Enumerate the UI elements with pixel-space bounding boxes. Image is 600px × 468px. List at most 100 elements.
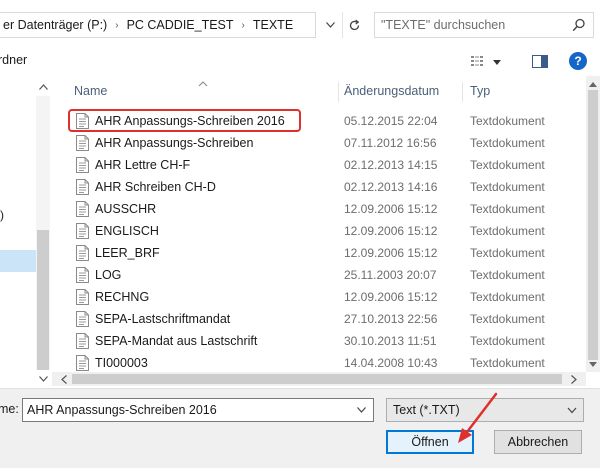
annotation-arrow-icon (458, 392, 498, 443)
list-scroll-down-button[interactable] (586, 358, 600, 370)
list-scroll-left-button[interactable] (58, 372, 70, 386)
file-row[interactable]: AUSSCHR 12.09.2006 15:12 Textdokument (52, 198, 582, 220)
file-type: Textdokument (470, 312, 545, 326)
file-name: RECHNG (95, 290, 150, 304)
file-type: Textdokument (470, 334, 545, 348)
file-date: 12.09.2006 15:12 (344, 246, 438, 260)
file-row[interactable]: LEER_BRF 12.09.2006 15:12 Textdokument (52, 242, 582, 264)
file-row[interactable]: AHR Anpassungs-Schreiben 07.11.2012 16:5… (52, 132, 582, 154)
file-date: 05.12.2015 22:04 (344, 114, 438, 128)
chevron-up-icon (38, 84, 48, 90)
view-options-button[interactable] (471, 52, 513, 72)
file-row[interactable]: RECHNG 12.09.2006 15:12 Textdokument (52, 286, 582, 308)
file-row[interactable]: SEPA-Lastschriftmandat 27.10.2013 22:56 … (52, 308, 582, 330)
list-horizontal-scroll-thumb[interactable] (72, 374, 562, 384)
filename-label: me: (0, 402, 19, 416)
column-header: Name Änderungsdatum Typ (52, 82, 600, 102)
breadcrumb-separator-icon[interactable]: › (111, 20, 122, 31)
chevron-left-icon (61, 374, 67, 384)
search-box[interactable]: "TEXTE" durchsuchen (374, 12, 594, 38)
breadcrumb[interactable]: er Datenträger (P:) › PC CADDIE_TEST › T… (0, 12, 316, 38)
column-type[interactable]: Typ (470, 84, 490, 98)
column-divider[interactable] (462, 82, 463, 102)
file-name: LEER_BRF (95, 246, 160, 260)
chevron-right-icon (571, 374, 577, 384)
nav-selected-item[interactable] (0, 250, 36, 272)
file-type: Textdokument (470, 180, 545, 194)
file-date: 14.04.2008 10:43 (344, 356, 438, 370)
file-row[interactable]: AHR Schreiben CH-D 02.12.2013 14:16 Text… (52, 176, 582, 198)
chevron-down-icon (356, 407, 366, 413)
chevron-down-icon (589, 361, 597, 367)
file-name: AHR Schreiben CH-D (95, 180, 216, 194)
chevron-down-icon (38, 376, 48, 382)
file-type: Textdokument (470, 246, 545, 260)
chevron-down-icon (567, 407, 577, 414)
file-name: AHR Anpassungs-Schreiben (95, 136, 254, 150)
file-date: 07.11.2012 16:56 (344, 136, 437, 150)
file-type: Textdokument (470, 114, 545, 128)
chevron-down-icon (325, 22, 335, 28)
file-type: Textdokument (470, 290, 545, 304)
file-date: 12.09.2006 15:12 (344, 224, 438, 238)
text-file-icon (76, 333, 89, 349)
address-history-dropdown[interactable] (320, 12, 340, 38)
column-divider[interactable] (338, 82, 339, 102)
column-name[interactable]: Name (74, 84, 107, 98)
text-file-icon (76, 223, 89, 239)
list-scroll-up-button[interactable] (586, 78, 600, 90)
file-name: SEPA-Lastschriftmandat (95, 312, 231, 326)
file-type: Textdokument (470, 158, 545, 172)
column-modified[interactable]: Änderungsdatum (344, 84, 439, 98)
text-file-icon (76, 245, 89, 261)
file-name: TI000003 (95, 356, 148, 370)
file-name: ENGLISCH (95, 224, 159, 238)
breadcrumb-separator-icon[interactable]: › (238, 20, 249, 31)
text-file-icon (76, 157, 89, 173)
view-menu-icon (471, 56, 483, 66)
file-date: 12.09.2006 15:12 (344, 290, 438, 304)
text-file-icon (76, 201, 89, 217)
file-date: 12.09.2006 15:12 (344, 202, 438, 216)
list-scroll-right-button[interactable] (568, 372, 580, 386)
nav-scroll-up-button[interactable] (36, 80, 50, 94)
nav-item-partial[interactable]: ) (0, 208, 4, 222)
file-row[interactable]: LOG 25.11.2003 20:07 Textdokument (52, 264, 582, 286)
new-folder-button[interactable]: rdner (0, 53, 27, 67)
search-placeholder: "TEXTE" durchsuchen (381, 18, 506, 32)
nav-scroll-down-button[interactable] (36, 372, 50, 386)
file-name: AUSSCHR (95, 202, 157, 216)
breadcrumb-drive[interactable]: er Datenträger (P:) (0, 18, 111, 32)
file-date: 30.10.2013 11:51 (344, 334, 437, 348)
file-type: Textdokument (470, 202, 545, 216)
file-row[interactable]: AHR Lettre CH-F 02.12.2013 14:15 Textdok… (52, 154, 582, 176)
file-row[interactable]: SEPA-Mandat aus Lastschrift 30.10.2013 1… (52, 330, 582, 352)
text-file-icon (76, 179, 89, 195)
text-file-icon (76, 311, 89, 327)
file-row[interactable]: TI000003 14.04.2008 10:43 Textdokument (52, 352, 582, 374)
breadcrumb-folder-pc-caddie[interactable]: PC CADDIE_TEST (123, 18, 238, 32)
file-type: Textdokument (470, 356, 545, 370)
filename-field[interactable] (22, 398, 374, 422)
filename-history-dropdown[interactable] (352, 402, 370, 418)
text-file-icon (76, 355, 89, 371)
chevron-up-icon (589, 81, 597, 87)
file-type: Textdokument (470, 268, 545, 282)
annotation-highlight-box (68, 109, 301, 132)
refresh-icon (349, 19, 360, 30)
preview-pane-button[interactable] (532, 55, 548, 69)
preview-pane-icon (532, 55, 548, 68)
chevron-down-icon (493, 59, 501, 65)
file-date: 27.10.2013 22:56 (344, 312, 438, 326)
help-icon[interactable]: ? (569, 52, 587, 70)
breadcrumb-folder-texte[interactable]: TEXTE (249, 18, 297, 32)
file-name: LOG (95, 268, 122, 282)
file-date: 25.11.2003 20:07 (344, 268, 437, 282)
nav-scrollbar-thumb[interactable] (37, 230, 49, 370)
search-icon[interactable] (572, 18, 586, 32)
file-date: 02.12.2013 14:15 (344, 158, 438, 172)
text-file-icon (76, 289, 89, 305)
list-vertical-scroll-thumb[interactable] (588, 90, 598, 360)
refresh-button[interactable] (342, 12, 366, 38)
file-row[interactable]: ENGLISCH 12.09.2006 15:12 Textdokument (52, 220, 582, 242)
